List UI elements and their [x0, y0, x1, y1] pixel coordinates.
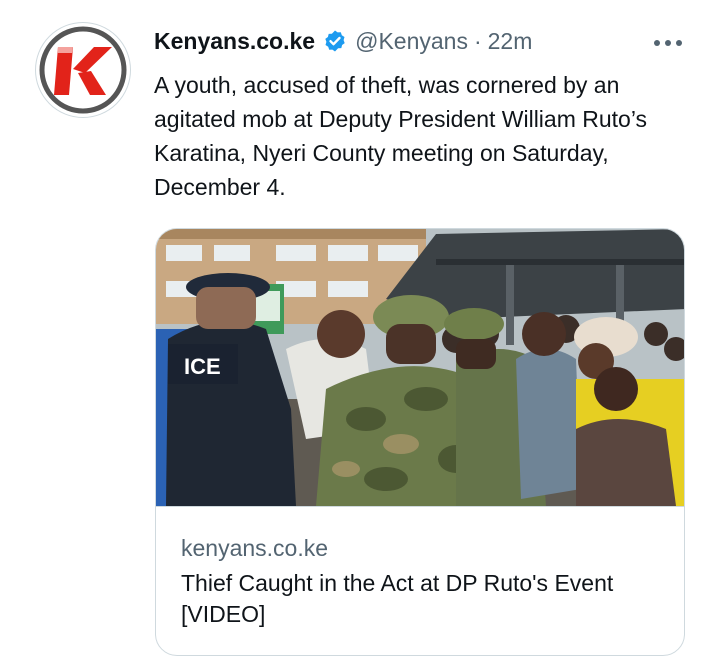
author-name[interactable]: Kenyans.co.ke [154, 28, 315, 55]
kenyans-logo-icon [38, 25, 128, 115]
tweet-text: A youth, accused of theft, was cornered … [154, 72, 648, 200]
card-divider [156, 506, 684, 507]
verified-badge-icon [323, 29, 347, 53]
more-options-icon [654, 40, 682, 46]
card-domain: kenyans.co.ke [181, 535, 329, 561]
card-image-badge-text: ICE [184, 354, 221, 379]
card-image[interactable]: ICE [156, 229, 684, 506]
author-handle[interactable]: @Kenyans [355, 28, 468, 55]
link-card[interactable]: ICE kenyans.co.ke Thief Caught in the Ac… [155, 228, 685, 656]
card-title[interactable]: Thief Caught in the Act at DP Ruto's Eve… [181, 568, 671, 630]
author-avatar[interactable] [35, 22, 131, 118]
more-options-button[interactable] [648, 30, 688, 56]
header-separator: · [473, 27, 482, 54]
tweet-timestamp[interactable]: 22m [488, 28, 533, 55]
tweet-header: Kenyans.co.ke @Kenyans · 22m [154, 26, 532, 56]
